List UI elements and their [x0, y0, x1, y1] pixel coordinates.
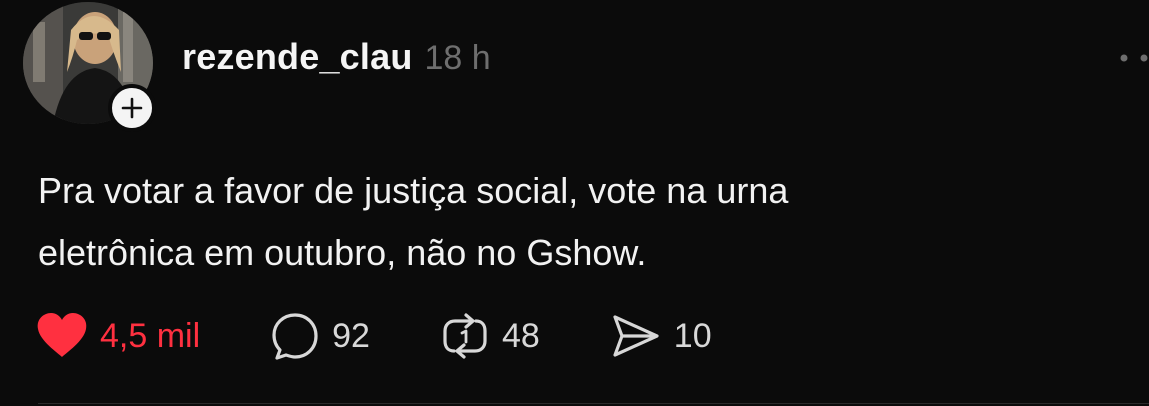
- repost-count: 48: [501, 316, 540, 355]
- send-icon: [613, 315, 659, 357]
- like-count: 4,5 mil: [100, 316, 201, 355]
- repost-button[interactable]: 48: [440, 311, 540, 361]
- comment-icon: [272, 313, 318, 360]
- like-button[interactable]: 4,5 mil: [36, 313, 200, 359]
- reply-button[interactable]: 92: [270, 311, 370, 361]
- threads-post: rezende_clau 18 h Pra votar a favor de j…: [0, 0, 1149, 406]
- action-bar: 4,5 mil 92 48 10: [36, 308, 782, 364]
- post-time: 18 h: [424, 39, 491, 77]
- post-text-line: Pra votar a favor de justiça social, vot…: [38, 170, 789, 211]
- repost-icon: [443, 313, 487, 359]
- plus-icon: [121, 97, 143, 119]
- post-header: rezende_clau 18 h: [182, 36, 491, 80]
- follow-button[interactable]: [108, 84, 156, 132]
- share-count: 10: [673, 316, 712, 355]
- username[interactable]: rezende_clau: [182, 36, 413, 78]
- post-text: Pra votar a favor de justiça social, vot…: [38, 160, 1098, 284]
- more-icon[interactable]: [1118, 48, 1149, 68]
- divider: [38, 403, 1149, 404]
- reply-count: 92: [332, 316, 370, 355]
- share-button[interactable]: 10: [610, 311, 712, 361]
- post-text-line: eletrônica em outubro, não no Gshow.: [38, 232, 647, 273]
- heart-icon: [37, 313, 87, 357]
